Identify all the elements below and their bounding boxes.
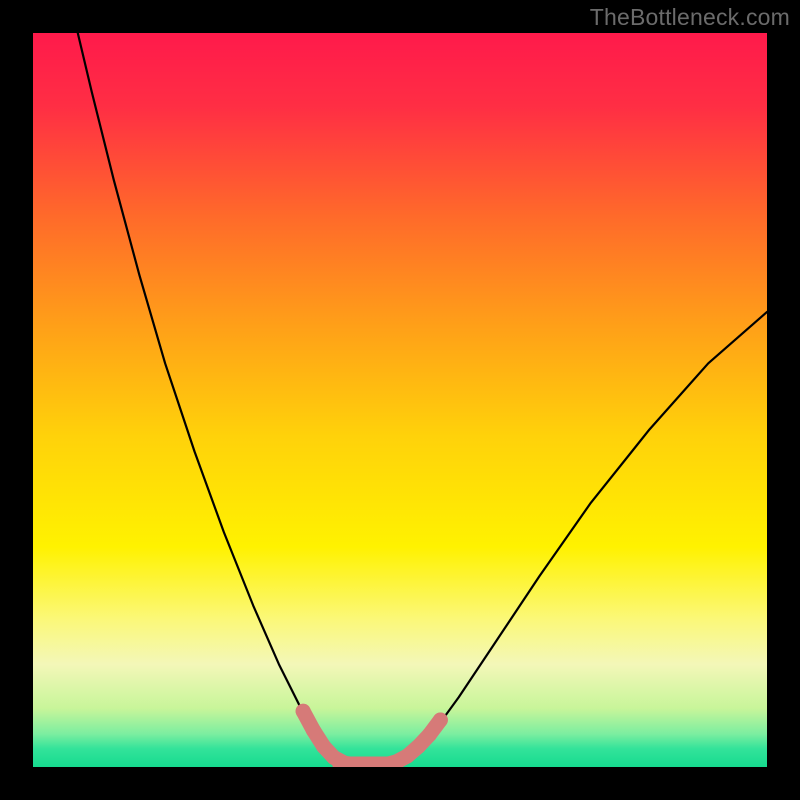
plot-background: [33, 33, 767, 767]
chart-svg: [0, 0, 800, 800]
watermark-text: TheBottleneck.com: [590, 4, 790, 31]
chart-stage: TheBottleneck.com: [0, 0, 800, 800]
